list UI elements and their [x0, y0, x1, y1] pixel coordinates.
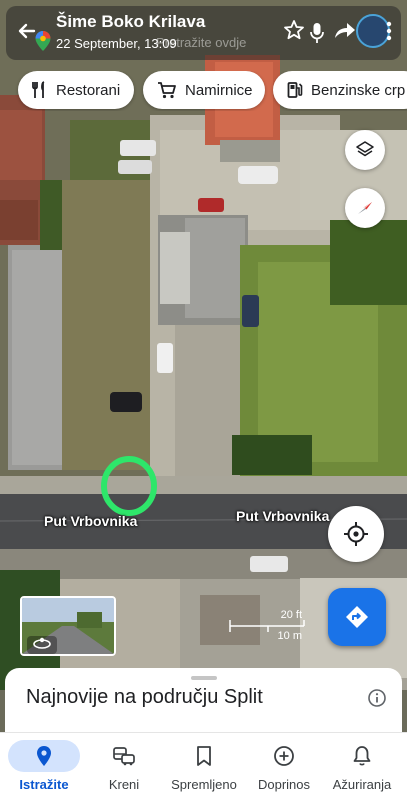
- chip-restaurants[interactable]: Restorani: [18, 71, 134, 109]
- microphone-icon[interactable]: [308, 21, 326, 45]
- nav-contribute[interactable]: Doprinos: [244, 733, 324, 801]
- road-label-left: Put Vrbovnika: [44, 513, 138, 529]
- latest-area-sheet[interactable]: Najnovije na području Split: [5, 668, 402, 738]
- nav-go[interactable]: Kreni: [84, 733, 164, 801]
- info-icon[interactable]: [367, 688, 387, 708]
- commute-icon: [113, 747, 135, 766]
- chip-groceries[interactable]: Namirnice: [143, 71, 265, 109]
- my-location-button[interactable]: [328, 506, 384, 562]
- bell-icon: [353, 746, 371, 766]
- sheet-handle[interactable]: [191, 676, 217, 680]
- nav-updates[interactable]: Ažuriranja: [322, 733, 402, 801]
- chip-label: Restorani: [56, 81, 121, 99]
- compass-button[interactable]: [345, 188, 385, 228]
- bookmark-icon: [197, 746, 211, 766]
- directions-icon: [346, 606, 368, 628]
- nav-label: Doprinos: [257, 777, 311, 792]
- nav-label: Spremljeno: [171, 777, 237, 792]
- scale-bar: [229, 620, 305, 632]
- street-view-icon: [33, 637, 51, 649]
- cart-icon: [158, 82, 176, 99]
- star-icon[interactable]: [282, 18, 306, 42]
- place-datetime: 22 September, 13:09: [56, 36, 177, 51]
- road-label-right: Put Vrbovnika: [236, 508, 330, 524]
- chip-label: Namirnice: [185, 81, 253, 99]
- avatar[interactable]: [356, 14, 390, 48]
- nav-label: Ažuriranja: [332, 777, 392, 792]
- sheet-heading: Najnovije na području Split: [26, 686, 263, 708]
- place-title[interactable]: Šime Boko Krilava: [56, 12, 205, 32]
- layers-icon: [356, 141, 374, 157]
- location-pin-icon: [37, 746, 51, 766]
- nav-label: Kreni: [108, 777, 140, 792]
- nav-saved[interactable]: Spremljeno: [164, 733, 244, 801]
- gas-station-icon: [287, 82, 303, 98]
- chip-gas-stations[interactable]: Benzinske crp: [273, 71, 407, 109]
- chip-label: Benzinske crp: [311, 81, 406, 99]
- place-header: Pretražite ovdje Šime Boko Krilava 22 Se…: [6, 6, 401, 60]
- category-chips: Restorani Namirnice Benzinske crp: [6, 71, 407, 111]
- layers-button[interactable]: [345, 130, 385, 170]
- bottom-navigation: Istražite Kreni Spremljeno Doprinos Ažur…: [0, 732, 407, 801]
- street-view-thumbnail[interactable]: [20, 596, 116, 656]
- nav-label: Istražite: [19, 777, 69, 792]
- directions-button[interactable]: [328, 588, 386, 646]
- restaurant-icon: [32, 81, 45, 98]
- compass-icon: [358, 202, 372, 214]
- maps-pin-icon: [35, 31, 51, 51]
- add-circle-icon: [274, 746, 294, 766]
- more-vert-icon[interactable]: [386, 20, 392, 42]
- map-scale: 20 ft 10 m: [228, 608, 308, 644]
- share-arrow-icon[interactable]: [332, 18, 358, 42]
- my-location-icon: [344, 522, 368, 546]
- nav-explore[interactable]: Istražite: [4, 733, 84, 801]
